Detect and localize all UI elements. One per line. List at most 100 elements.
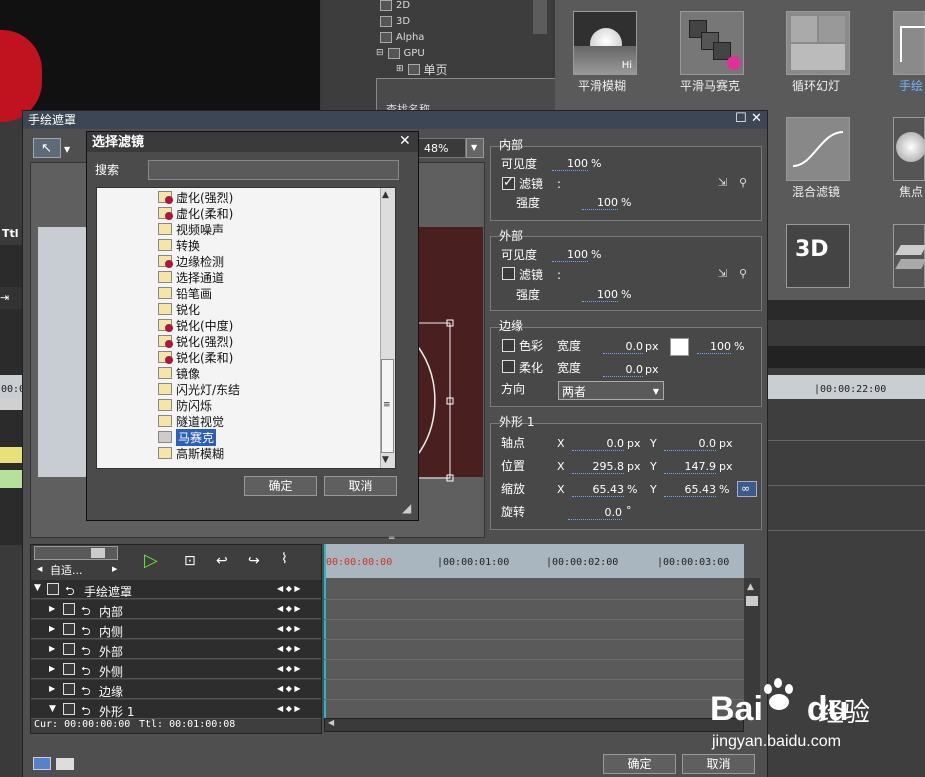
list-item[interactable]: 隧道视觉 <box>158 413 224 429</box>
expand-icon[interactable]: ▶ <box>49 624 55 633</box>
key-nav-icon[interactable]: ◀ ◆ ▶ <box>277 584 301 593</box>
filter-link-icon[interactable]: ⚲ <box>739 268 753 280</box>
list-item[interactable]: 锐化(中度) <box>158 317 233 333</box>
lock-aspect-button[interactable]: ∞ <box>737 481 757 497</box>
edge-color-checkbox[interactable] <box>502 339 515 352</box>
list-item[interactable]: 镜像 <box>158 365 200 381</box>
track-row[interactable]: ▶ ⮌ 内侧 ◀ ◆ ▶ <box>31 620 321 639</box>
track-row[interactable]: ▶ ⮌ 外部 ◀ ◆ ▶ <box>31 640 321 659</box>
list-item[interactable]: 锐化 <box>158 301 200 317</box>
list-item[interactable]: 铅笔画 <box>158 285 212 301</box>
preview-icon[interactable]: ⊡ <box>184 554 196 568</box>
list-item[interactable]: 闪光灯/东结 <box>158 381 240 397</box>
layout-split-icon[interactable] <box>33 757 51 770</box>
inner-visibility-value[interactable]: 100 <box>552 158 588 171</box>
pivot-x-value[interactable]: 0.0 <box>572 438 624 451</box>
tree-item-single-page[interactable]: ⊞ 单页 <box>396 61 448 77</box>
position-x-value[interactable]: 295.8 <box>572 461 624 474</box>
dialog-ok-button[interactable]: 确定 <box>244 476 317 496</box>
list-item[interactable]: 视频噪声 <box>158 221 224 237</box>
effect-smooth-blur[interactable]: Hi <box>573 11 637 75</box>
pivot-y-value[interactable]: 0.0 <box>664 438 716 451</box>
step-icon[interactable]: ⇥ <box>0 287 22 309</box>
tree-item-2d[interactable]: 2D <box>380 0 410 13</box>
key-nav-icon[interactable]: ◀ ◆ ▶ <box>277 644 301 653</box>
list-item[interactable]: 防闪烁 <box>158 397 212 413</box>
key-nav-icon[interactable]: ◀ ◆ ▶ <box>277 704 301 713</box>
list-item[interactable]: 虚化(强烈) <box>158 189 233 205</box>
dialog-cancel-button[interactable]: 取消 <box>324 476 397 496</box>
outer-filter-checkbox[interactable] <box>502 267 515 280</box>
scroll-thumb[interactable] <box>746 596 758 606</box>
list-item-selected[interactable]: 马赛克 <box>158 428 217 446</box>
return-icon[interactable]: ↩ <box>216 554 228 568</box>
graph-icon[interactable]: ⌇ <box>281 552 288 566</box>
filter-edit-icon[interactable]: ⇲ <box>718 177 732 189</box>
expand-icon[interactable]: ▼ <box>34 583 41 593</box>
track-checkbox[interactable] <box>63 623 75 635</box>
list-item[interactable]: 选择通道 <box>158 269 224 285</box>
edge-soften-width-value[interactable]: 0.0 <box>603 364 643 377</box>
close-icon[interactable]: ✕ <box>751 112 762 125</box>
filter-search-input[interactable] <box>148 160 399 180</box>
effect-focus[interactable] <box>893 117 925 181</box>
rotation-value[interactable]: 0.0 <box>568 507 622 520</box>
effect-layers[interactable] <box>893 224 925 288</box>
list-item[interactable]: 锐化(柔和) <box>158 349 233 365</box>
key-nav-icon[interactable]: ◀ ◆ ▶ <box>277 664 301 673</box>
position-y-value[interactable]: 147.9 <box>664 461 716 474</box>
expand-icon[interactable]: ▼ <box>49 704 56 714</box>
scale-x-value[interactable]: 65.43 <box>572 484 624 497</box>
tree-item-3d[interactable]: 3D <box>380 13 410 29</box>
effect-blend-filter[interactable] <box>786 117 850 181</box>
expand-icon[interactable]: ▶ <box>49 664 55 673</box>
track-checkbox[interactable] <box>63 663 75 675</box>
filter-edit-icon[interactable]: ⇲ <box>718 268 732 280</box>
list-item[interactable]: 边缘检测 <box>158 253 224 269</box>
timeline-mode[interactable]: 自适... <box>50 565 83 576</box>
effect-loop-slide[interactable] <box>786 11 850 75</box>
track-checkbox[interactable] <box>47 583 59 595</box>
expand-icon[interactable]: ▶ <box>49 644 55 653</box>
scroll-down-icon[interactable]: ▼ <box>382 456 389 465</box>
expand-icon[interactable]: ▶ <box>49 684 55 693</box>
track-checkbox[interactable] <box>63 603 75 615</box>
tree-scrollbar[interactable] <box>533 0 547 34</box>
track-row[interactable]: ▶ ⮌ 内部 ◀ ◆ ▶ <box>31 600 321 619</box>
forward-icon[interactable]: ↪ <box>248 554 260 568</box>
outer-visibility-value[interactable]: 100 <box>552 249 588 262</box>
filter-link-icon[interactable]: ⚲ <box>739 177 753 189</box>
track-checkbox[interactable] <box>63 703 75 715</box>
splitter-grip-icon[interactable]: ═ <box>389 535 394 544</box>
edge-soften-checkbox[interactable] <box>502 360 515 373</box>
window-ok-button[interactable]: 确定 <box>603 754 676 774</box>
chevron-down-icon[interactable]: ▼ <box>64 146 70 154</box>
effect-3d[interactable]: 3D <box>786 224 850 288</box>
chevron-right-icon[interactable]: ▶ <box>112 566 117 573</box>
track-row[interactable]: ▶ ⮌ 外侧 ◀ ◆ ▶ <box>31 660 321 679</box>
chevron-left-icon[interactable]: ◀ <box>37 566 42 573</box>
effect-smooth-mosaic[interactable] <box>680 11 744 75</box>
scroll-up-icon[interactable]: ▲ <box>382 191 389 200</box>
filter-list[interactable] <box>96 187 396 469</box>
list-item[interactable]: 锐化(强烈) <box>158 333 233 349</box>
edge-color-width-value[interactable]: 0.0 <box>603 341 643 354</box>
resize-grip-icon[interactable]: ◢ <box>402 502 411 514</box>
window-cancel-button[interactable]: 取消 <box>682 754 755 774</box>
edge-opacity-value[interactable]: 100 <box>697 341 731 354</box>
tree-item-gpu[interactable]: ⊟ GPU <box>376 45 425 61</box>
inner-filter-checkbox[interactable] <box>502 175 515 190</box>
scale-y-value[interactable]: 65.43 <box>664 484 716 497</box>
expand-icon[interactable]: ▶ <box>49 604 55 613</box>
track-row[interactable]: ▶ ⮌ 边缘 ◀ ◆ ▶ <box>31 680 321 699</box>
track-checkbox[interactable] <box>63 643 75 655</box>
key-nav-icon[interactable]: ◀ ◆ ▶ <box>277 684 301 693</box>
tree-item-alpha[interactable]: Alpha <box>380 29 424 45</box>
effect-hand-drawn[interactable] <box>893 11 925 75</box>
maximize-icon[interactable]: ☐ <box>735 112 747 125</box>
key-nav-icon[interactable]: ◀ ◆ ▶ <box>277 604 301 613</box>
list-item[interactable]: 转换 <box>158 237 200 253</box>
zoom-slider[interactable] <box>34 546 118 560</box>
inner-strength-value[interactable]: 100 <box>582 197 618 210</box>
layout-single-icon[interactable] <box>56 758 74 770</box>
